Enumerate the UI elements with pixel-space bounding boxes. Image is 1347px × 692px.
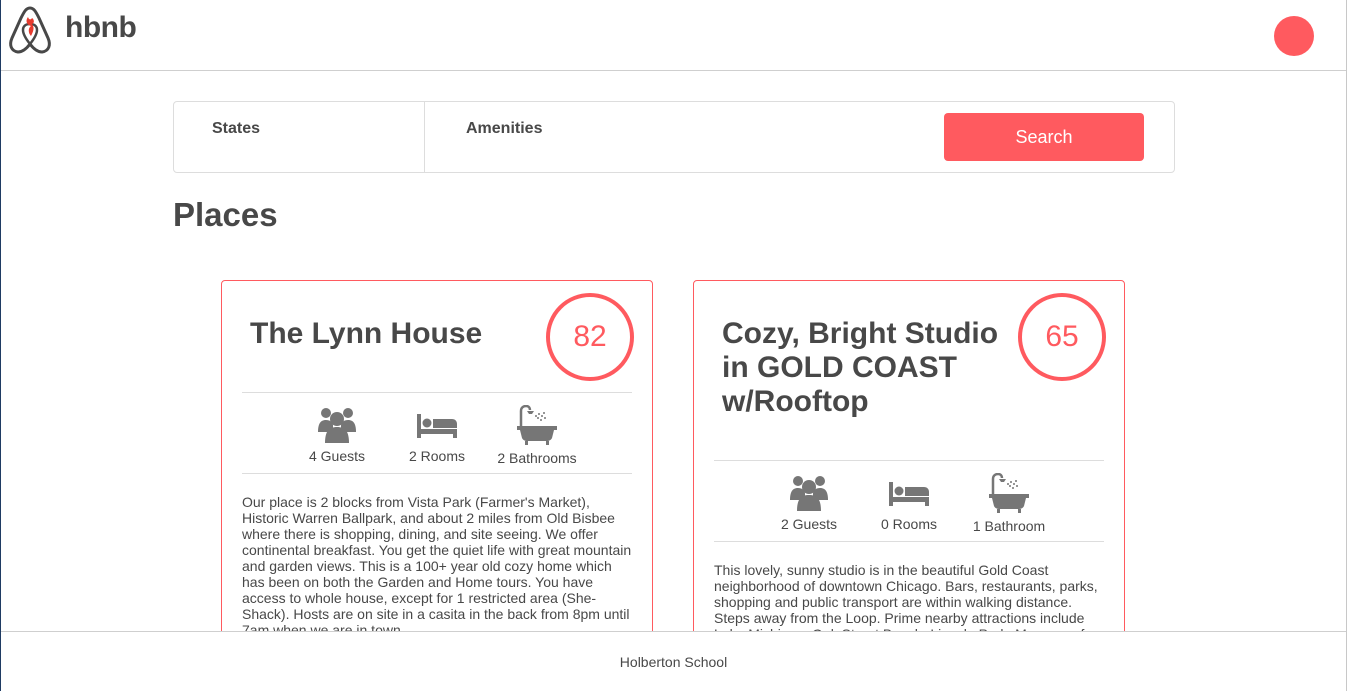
guests-count: 4 Guests	[308, 448, 366, 464]
header: hbnb	[1, 0, 1346, 71]
price-badge: 82	[546, 293, 634, 381]
logo[interactable]: hbnb	[7, 5, 137, 55]
price-value: 65	[1045, 320, 1079, 353]
footer-text: Holberton School	[619, 654, 728, 670]
bed-icon	[889, 482, 929, 506]
guests-info: 4 Guests	[287, 405, 387, 464]
bathrooms-count: 2 Bathrooms	[497, 450, 577, 466]
bathtub-icon	[989, 473, 1029, 513]
rooms-count: 2 Rooms	[408, 448, 466, 464]
guests-count: 2 Guests	[780, 516, 838, 532]
place-name: The Lynn House	[250, 317, 483, 350]
amenities-filter-label: Amenities	[466, 120, 543, 137]
place-info: 2 Guests 0 Rooms 1 Bathroom	[714, 460, 1104, 542]
guests-icon	[790, 476, 828, 511]
bathrooms-count: 1 Bathroom	[972, 518, 1046, 534]
place-name: Cozy, Bright Studio in GOLD COAST w/Roof…	[722, 317, 999, 418]
states-filter[interactable]: States	[174, 102, 425, 172]
place-info: 4 Guests 2 Rooms 2 Bathrooms	[242, 392, 632, 474]
filters-bar: States Amenities Search	[173, 101, 1175, 173]
places-title: Places	[173, 196, 278, 233]
place-card: Cozy, Bright Studio in GOLD COAST w/Roof…	[693, 280, 1125, 682]
guests-icon	[318, 408, 356, 443]
bathtub-icon	[517, 405, 557, 445]
price-badge: 65	[1018, 293, 1106, 381]
place-description: This lovely, sunny studio is in the beau…	[714, 562, 1098, 642]
footer: Holberton School	[1, 631, 1346, 692]
bathrooms-info: 1 Bathroom	[959, 473, 1059, 534]
rooms-info: 2 Rooms	[387, 405, 487, 464]
price-value: 82	[573, 320, 607, 353]
logo-text: hbnb	[65, 11, 137, 44]
search-button[interactable]: Search	[944, 113, 1144, 161]
place-card: The Lynn House 82 4 Guests 2 Rooms 2 Bat…	[221, 280, 653, 682]
states-filter-label: States	[212, 120, 261, 137]
guests-info: 2 Guests	[759, 473, 859, 532]
avatar[interactable]	[1274, 16, 1314, 56]
rooms-info: 0 Rooms	[859, 473, 959, 532]
airbnb-logo-icon	[9, 6, 51, 54]
bathrooms-info: 2 Bathrooms	[487, 405, 587, 466]
bed-icon	[417, 414, 457, 438]
rooms-count: 0 Rooms	[880, 516, 938, 532]
place-description: Our place is 2 blocks from Vista Park (F…	[242, 494, 632, 638]
